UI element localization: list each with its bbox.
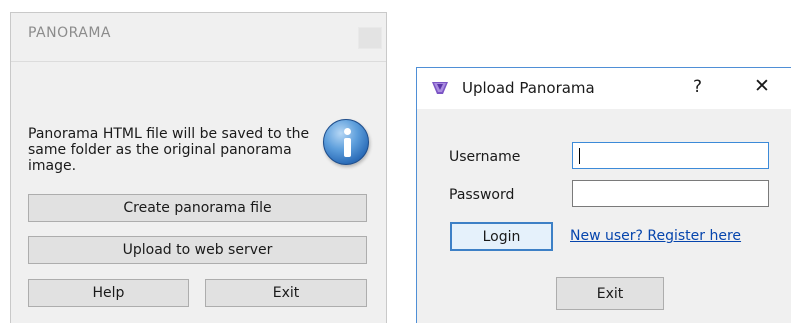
exit-button[interactable]: Exit (205, 279, 367, 307)
password-label: Password (449, 187, 515, 203)
help-icon[interactable]: ? (693, 77, 702, 97)
panorama-window: PANORAMA Panorama HTML file will be save… (10, 12, 387, 323)
upload-exit-button[interactable]: Exit (556, 277, 664, 310)
panorama-app-icon (432, 82, 448, 94)
text-caret (579, 148, 580, 164)
create-panorama-button[interactable]: Create panorama file (28, 194, 367, 222)
save-location-message: Panorama HTML file will be saved to the … (28, 126, 318, 174)
panorama-window-title: PANORAMA (28, 25, 112, 41)
close-icon[interactable]: ✕ (754, 75, 770, 97)
message-line-3: image. (28, 158, 77, 174)
message-line-2: same folder as the original panorama (28, 142, 292, 158)
upload-titlebar: Upload Panorama ? ✕ (417, 68, 791, 109)
password-input[interactable] (572, 180, 769, 207)
upload-dialog-title: Upload Panorama (462, 79, 595, 97)
panorama-titlebar: PANORAMA (11, 13, 386, 61)
login-button[interactable]: Login (450, 222, 553, 251)
info-icon (323, 119, 369, 165)
username-label: Username (449, 149, 521, 165)
panorama-close-button[interactable] (358, 27, 382, 49)
help-button[interactable]: Help (28, 279, 189, 307)
username-input[interactable] (572, 142, 769, 169)
upload-panorama-dialog: Upload Panorama ? ✕ Username Password Lo… (416, 67, 791, 323)
message-line-1: Panorama HTML file will be saved to the (28, 126, 310, 142)
titlebar-divider (11, 61, 386, 62)
register-link[interactable]: New user? Register here (570, 228, 741, 244)
upload-web-server-button[interactable]: Upload to web server (28, 236, 367, 264)
